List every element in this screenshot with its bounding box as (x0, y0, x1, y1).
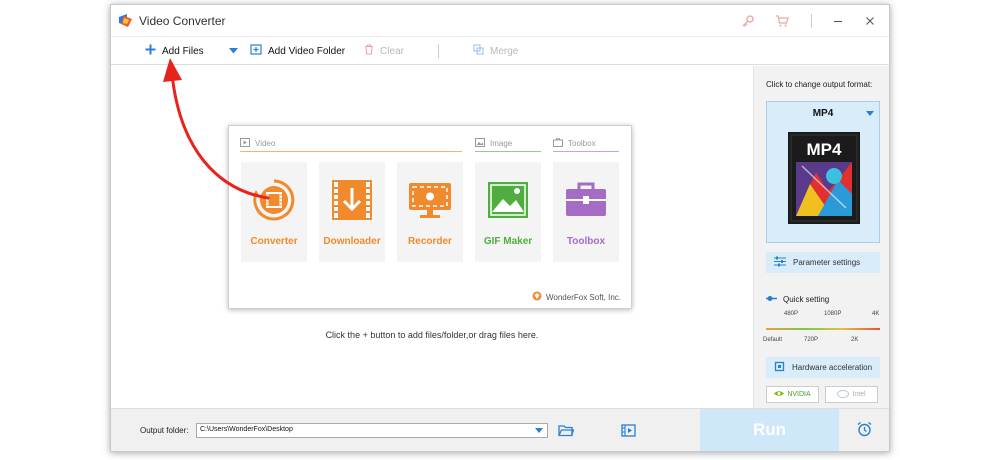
quality-tick-2k: 2K (851, 337, 859, 343)
toolbox-tile[interactable]: Toolbox (553, 162, 619, 262)
window-title: Video Converter (139, 14, 226, 28)
sliders-icon (774, 256, 786, 269)
alarm-clock-icon[interactable] (853, 419, 875, 439)
open-folder-icon[interactable] (555, 420, 577, 440)
nvidia-label: NVIDIA (787, 391, 811, 398)
minimize-button[interactable] (827, 11, 849, 31)
video-section-icon (240, 137, 250, 149)
add-files-button[interactable]: Add Files (145, 42, 204, 60)
add-video-folder-label: Add Video Folder (268, 45, 346, 57)
toolbar-separator (438, 44, 439, 58)
output-preview-icon[interactable] (617, 420, 639, 440)
hardware-acceleration-toggle[interactable]: Hardware acceleration (766, 357, 880, 378)
quality-tick-default: Default (763, 337, 783, 343)
quick-setting-label: Quick setting (783, 295, 830, 304)
quick-setting-header: Quick setting (766, 295, 829, 304)
parameter-settings-button[interactable]: Parameter settings (766, 252, 880, 273)
gif-maker-tile[interactable]: GIF Maker (475, 162, 541, 262)
section-video-label: Video (255, 138, 276, 148)
recorder-tile[interactable]: Recorder (397, 162, 463, 262)
toolbox-label: Toolbox (566, 236, 606, 247)
feature-launcher-card: Video Image Toolbox Converter Downloader… (228, 125, 632, 309)
clear-button[interactable]: Clear (364, 42, 404, 60)
trash-icon (364, 44, 374, 58)
merge-icon (473, 44, 484, 58)
chevron-down-icon[interactable] (226, 43, 240, 59)
wonderfox-logo-icon (532, 291, 542, 303)
brand-text: WonderFox Soft, Inc. (546, 292, 621, 302)
output-folder-label: Output folder: (140, 426, 189, 435)
add-video-folder-button[interactable]: Add Video Folder (250, 42, 345, 60)
output-format-selector[interactable]: MP4 MP4 (766, 101, 880, 243)
file-drop-area[interactable]: Video Image Toolbox Converter Downloader… (111, 66, 753, 408)
download-film-icon (330, 178, 374, 222)
app-window: Video Converter Add Files Add Video Fold… (110, 4, 890, 452)
output-folder-input[interactable]: C:\Users\WonderFox\Desktop (196, 423, 548, 438)
converter-tile[interactable]: Converter (241, 162, 307, 262)
section-toolbox-label: Toolbox (568, 138, 596, 148)
hardware-acceleration-label: Hardware acceleration (792, 363, 873, 372)
intel-option[interactable]: Intel (825, 386, 878, 403)
quality-tick-4k: 4K (872, 311, 880, 317)
recorder-label: Recorder (408, 236, 452, 247)
intel-logo-icon (837, 389, 850, 400)
image-section-icon (475, 137, 485, 149)
screen-record-icon (408, 178, 452, 222)
nvidia-option[interactable]: NVIDIA (766, 386, 819, 403)
toolbar: Add Files Add Video Folder Clear Merge (111, 37, 889, 65)
cart-icon[interactable] (771, 11, 793, 31)
toolbox-section-icon (553, 137, 563, 149)
run-button[interactable]: Run (700, 409, 839, 451)
title-bar: Video Converter (111, 5, 889, 37)
nvidia-logo-icon (774, 390, 785, 399)
output-folder-path: C:\Users\WonderFox\Desktop (200, 426, 293, 433)
section-image-label: Image (490, 138, 513, 148)
mp4-badge-text: MP4 (807, 140, 843, 159)
quality-tick-720p: 720P (804, 337, 819, 343)
title-separator (811, 14, 812, 28)
mp4-format-icon: MP4 (788, 132, 860, 229)
output-folder-dropdown-icon[interactable] (535, 428, 543, 433)
output-format-label: Click to change output format: (766, 80, 873, 89)
image-section-rule (475, 151, 541, 152)
downloader-tile[interactable]: Downloader (319, 162, 385, 262)
section-toolbox: Toolbox (553, 136, 596, 150)
screenshot-stage: Video Converter Add Files Add Video Fold… (0, 0, 1000, 460)
add-files-label: Add Files (162, 45, 204, 57)
merge-label: Merge (490, 45, 519, 57)
gif-maker-label: GIF Maker (483, 236, 533, 247)
quality-tick-1080p: 1080P (824, 311, 842, 317)
converter-label: Converter (250, 236, 298, 247)
quick-setting-icon (766, 295, 777, 304)
toolbox-icon (564, 178, 608, 222)
merge-button[interactable]: Merge (473, 42, 518, 60)
bottom-bar: Output folder: C:\Users\WonderFox\Deskto… (111, 408, 889, 451)
close-button[interactable] (859, 11, 881, 31)
chip-icon (774, 361, 785, 374)
app-logo-icon (118, 13, 133, 33)
parameter-settings-label: Parameter settings (793, 258, 861, 267)
film-reel-icon (252, 178, 296, 222)
folder-add-icon (250, 44, 262, 58)
toolbox-section-rule (553, 151, 619, 152)
quality-tick-480p: 480P (784, 311, 799, 317)
section-image: Image (475, 136, 512, 150)
drop-hint-text: Click the + button to add files/folder,o… (325, 330, 539, 340)
video-section-rule (240, 151, 462, 152)
format-dropdown-icon (866, 111, 874, 116)
format-name: MP4 (812, 108, 834, 119)
image-mountain-icon (486, 178, 530, 222)
plus-icon (145, 44, 156, 58)
clear-label: Clear (380, 45, 404, 57)
downloader-label: Downloader (323, 236, 381, 247)
intel-label: Intel (852, 391, 866, 398)
section-video: Video (240, 136, 275, 150)
brand-credit: WonderFox Soft, Inc. (532, 291, 621, 303)
output-format-panel: Click to change output format: MP4 MP4 P… (753, 66, 889, 408)
quality-slider[interactable] (766, 328, 880, 330)
key-icon[interactable] (737, 11, 759, 31)
